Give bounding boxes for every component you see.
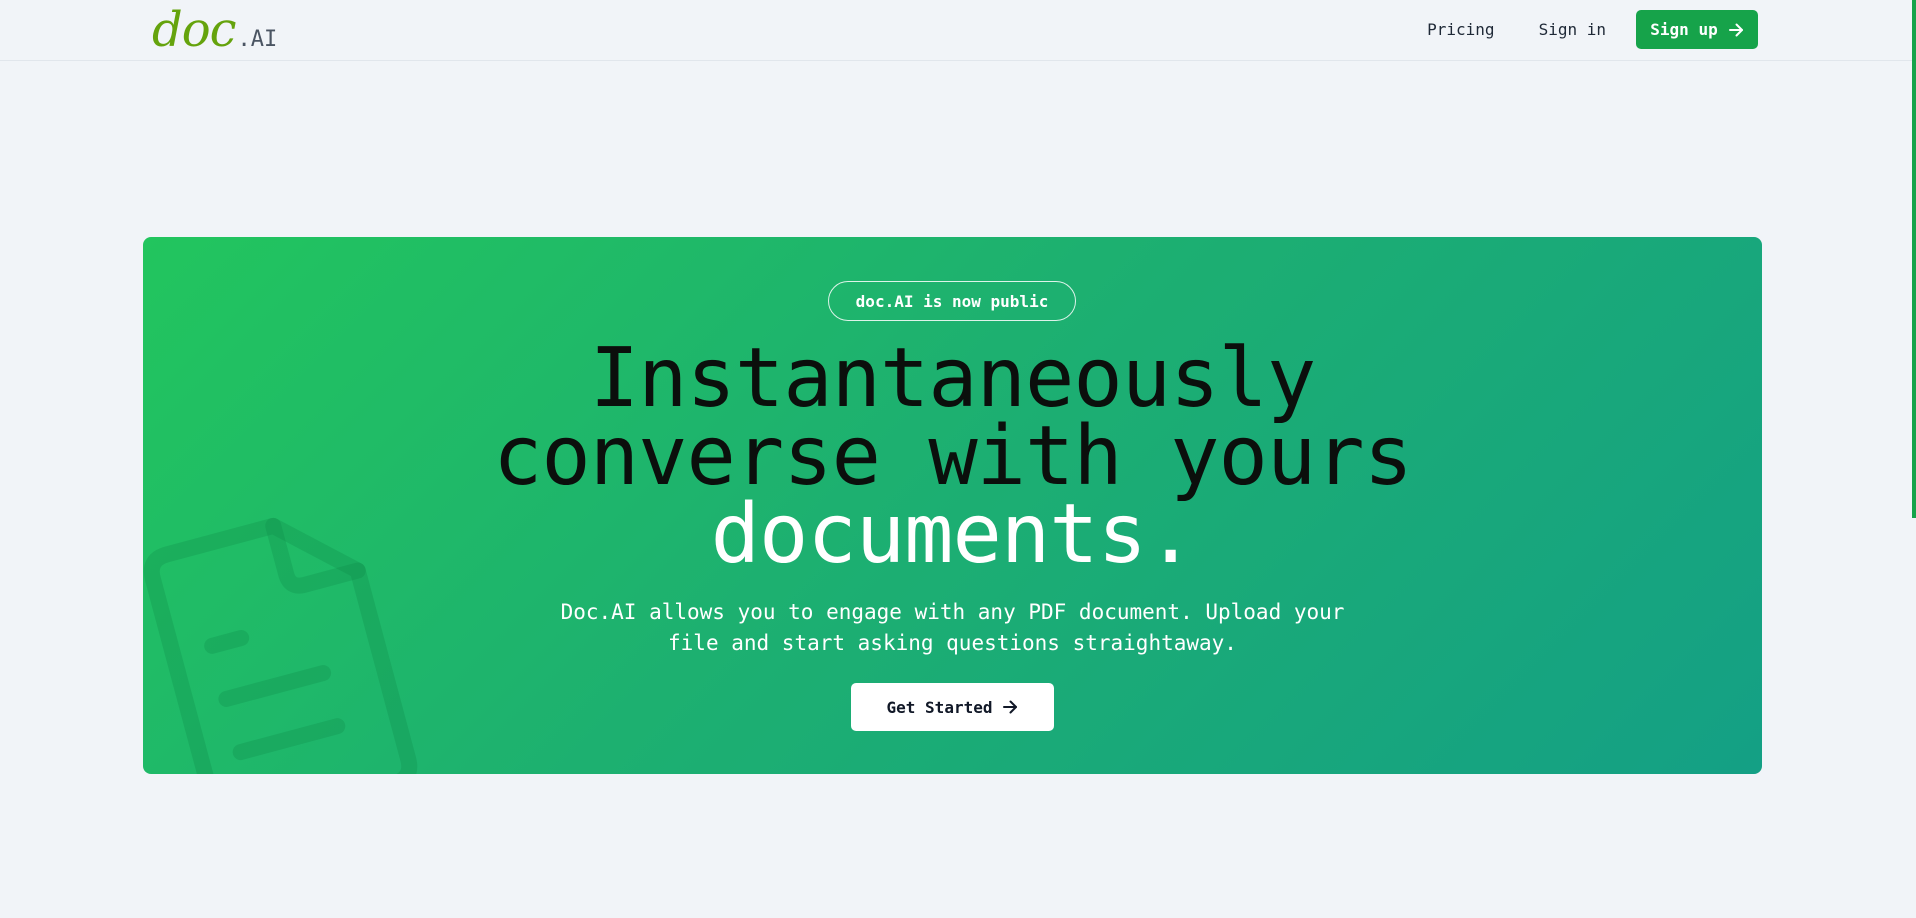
- logo-suffix-text: .AI: [237, 27, 278, 52]
- get-started-button-label: Get Started: [886, 697, 993, 717]
- announcement-badge[interactable]: doc.AI is now public: [828, 281, 1076, 321]
- nav-links: Pricing Sign in Sign up: [1405, 10, 1758, 49]
- get-started-button[interactable]: Get Started: [851, 683, 1054, 731]
- sign-up-button-label: Sign up: [1650, 20, 1718, 39]
- arrow-right-icon: [1002, 699, 1018, 715]
- navbar: doc .AI Pricing Sign in Sign up: [0, 0, 1912, 61]
- headline-highlight: documents.: [710, 487, 1196, 582]
- page: doc .AI Pricing Sign in Sign up doc.AI i…: [0, 0, 1916, 918]
- scrollbar-thumb[interactable]: [1912, 0, 1916, 518]
- logo[interactable]: doc .AI: [152, 2, 277, 58]
- logo-script-text: doc: [152, 2, 237, 58]
- nav-sign-in-link[interactable]: Sign in: [1517, 20, 1628, 39]
- hero-banner: doc.AI is now public Instantaneously con…: [143, 237, 1762, 774]
- subtext-line-2: file and start asking questions straight…: [668, 631, 1237, 655]
- hero-subtext: Doc.AI allows you to engage with any PDF…: [143, 597, 1762, 659]
- sign-up-button[interactable]: Sign up: [1636, 10, 1758, 49]
- nav-pricing-link[interactable]: Pricing: [1405, 20, 1516, 39]
- subtext-line-1: Doc.AI allows you to engage with any PDF…: [560, 600, 1345, 624]
- arrow-right-icon: [1728, 22, 1744, 38]
- hero-headline: Instantaneously converse with yours docu…: [143, 338, 1762, 576]
